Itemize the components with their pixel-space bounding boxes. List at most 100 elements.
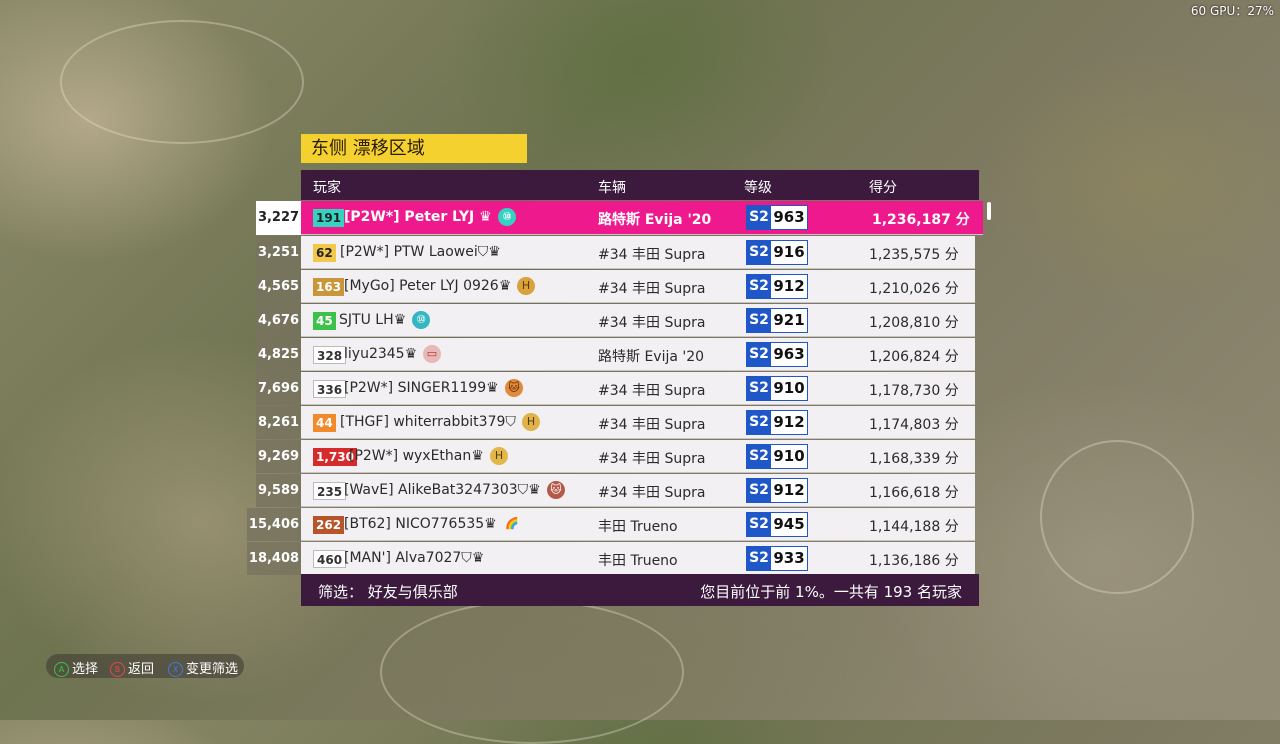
change-filter-control[interactable]: X 变更筛选 [168,658,238,677]
b-button-icon: B [110,662,125,677]
rank-cell: 18,408 [247,542,301,575]
player-badge-icon: H [517,277,535,295]
back-label: 返回 [128,662,155,677]
player-badge-icon: H [522,413,540,431]
rank-cell: 8,261 [256,406,301,439]
table-row[interactable]: 163 [MyGo] Peter LYJ 0926♛ H #34 丰田 Supra S2… [301,270,975,303]
score: 1,236,187 分 [872,212,970,228]
class-letter: S2 [747,343,771,366]
player-badge-icon: 🐱 [547,481,565,499]
score: 1,144,188 分 [869,519,959,535]
position-text: 您目前位于前 1%。一共有 193 名玩家 [700,583,962,601]
header-car: 车辆 [598,180,626,196]
controller-hints: A 选择 B 返回 X 变更筛选 [46,654,244,678]
event-title: 东侧 漂移区域 [301,134,527,163]
class-letter: S2 [747,275,771,298]
level-badge: 191 [313,209,345,227]
leaderboard-footer: 筛选： 好友与俱乐部 您目前位于前 1%。一共有 193 名玩家 [301,574,979,606]
level-badge: 460 [313,550,347,568]
score: 1,174,803 分 [869,417,959,433]
rank-cell: 9,269 [256,440,301,473]
level-badge: 44 [313,414,336,432]
level-badge: 235 [313,482,347,500]
player-name: [P2W*] SINGER1199♛ [344,380,499,396]
rank-cell: 3,251 [256,236,301,269]
fps-counter: 60 GPU：27% [1190,4,1274,18]
class-badge: S2 916 [746,240,808,265]
car-name: #34 丰田 Supra [598,247,706,263]
car-name: #34 丰田 Supra [598,485,706,501]
class-badge: S2 963 [746,342,808,367]
score: 1,235,575 分 [869,247,959,263]
table-row[interactable]: 235 [WavE] AlikeBat3247303⛉♛ 🐱 #34 丰田 Supra… [301,474,975,507]
table-row[interactable]: 62 [P2W*] PTW Laowei⛉♛ #34 丰田 Supra S2 916 1,… [301,236,975,269]
player-badge-icon: 🌈 [505,517,519,530]
class-letter: S2 [747,513,771,536]
filter-label[interactable]: 筛选： 好友与俱乐部 [318,581,458,602]
rank-cell: 4,565 [256,270,301,303]
player-badge-icon: ▭ [423,345,441,363]
table-row[interactable]: 1,730 [P2W*] wyxEthan♛ H #34 丰田 Supra S2 910 1… [301,440,975,473]
class-letter: S2 [747,377,771,400]
rank-cell: 9,589 [256,474,301,507]
performance-index: 963 [773,345,805,363]
performance-index: 910 [773,379,805,397]
car-name: #34 丰田 Supra [598,417,706,433]
player-name: [THGF] whiterrabbit379⛉ [340,414,516,430]
level-badge: 45 [313,312,336,330]
performance-index: 933 [773,549,805,567]
class-badge: S2 910 [746,376,808,401]
class-badge: S2 912 [746,478,808,503]
map-road [1040,440,1194,594]
car-name: #34 丰田 Supra [598,451,706,467]
class-letter: S2 [747,411,771,434]
table-row[interactable]: 191 [P2W*] Peter LYJ ♛ ⑩ 路特斯 Evija '20 S2 963… [301,201,983,235]
back-control[interactable]: B 返回 [110,658,154,677]
player-name: liyu2345♛ [344,346,418,362]
car-name: #34 丰田 Supra [598,383,706,399]
score: 1,136,186 分 [869,553,959,569]
map-road [380,600,684,744]
car-name: 路特斯 Evija '20 [598,212,712,228]
player-name: [WavE] AlikeBat3247303⛉♛ [344,482,541,498]
rank-cell: 15,406 [247,508,301,541]
select-control[interactable]: A 选择 [54,658,98,677]
player-name: [P2W*] wyxEthan♛ [349,448,484,464]
score: 1,208,810 分 [869,315,959,331]
car-name: #34 丰田 Supra [598,315,706,331]
player-name: [P2W*] PTW Laowei⛉♛ [340,244,501,260]
performance-index: 963 [773,208,805,226]
class-badge: S2 945 [746,512,808,537]
table-row[interactable]: 328 liyu2345♛ ▭ 路特斯 Evija '20 S2 963 1,206,824… [301,338,975,371]
car-name: 路特斯 Evija '20 [598,349,705,365]
level-badge: 336 [313,380,347,398]
class-letter: S2 [747,309,771,332]
car-name: 丰田 Trueno [598,519,678,535]
level-badge: 328 [313,346,347,364]
score: 1,210,026 分 [869,281,959,297]
class-badge: S2 921 [746,308,808,333]
performance-index: 910 [773,447,805,465]
table-row[interactable]: 44 [THGF] whiterrabbit379⛉ H #34 丰田 Supra S2… [301,406,975,439]
performance-index: 912 [773,277,805,295]
table-row[interactable]: 336 [P2W*] SINGER1199♛ 🐱 #34 丰田 Supra S2 910 1… [301,372,975,405]
player-name: [MyGo] Peter LYJ 0926♛ [344,278,512,294]
scrollbar[interactable] [987,202,991,220]
table-row[interactable]: 45 SJTU LH♛ ⑩ #34 丰田 Supra S2 921 1,208,810 分 [301,304,975,337]
class-badge: S2 963 [746,205,808,230]
change-filter-label: 变更筛选 [186,662,239,677]
score: 1,166,618 分 [869,485,959,501]
table-row[interactable]: 460 [MAN'] Alva7027⛉♛ 丰田 Trueno S2 933 1,136,… [301,542,975,575]
score: 1,178,730 分 [869,383,959,399]
class-letter: S2 [747,445,771,468]
rank-cell: 3,227 [256,201,301,235]
rank-cell: 7,696 [256,372,301,405]
class-letter: S2 [747,241,771,264]
performance-index: 912 [773,413,805,431]
map-road [60,20,304,144]
table-row[interactable]: 262 [BT62] NICO776535♛ 🌈 丰田 Trueno S2 945 1,14… [301,508,975,541]
performance-index: 916 [773,243,805,261]
rank-cell: 4,825 [256,338,301,371]
header-score: 得分 [869,180,897,196]
player-name: [MAN'] Alva7027⛉♛ [344,550,485,566]
